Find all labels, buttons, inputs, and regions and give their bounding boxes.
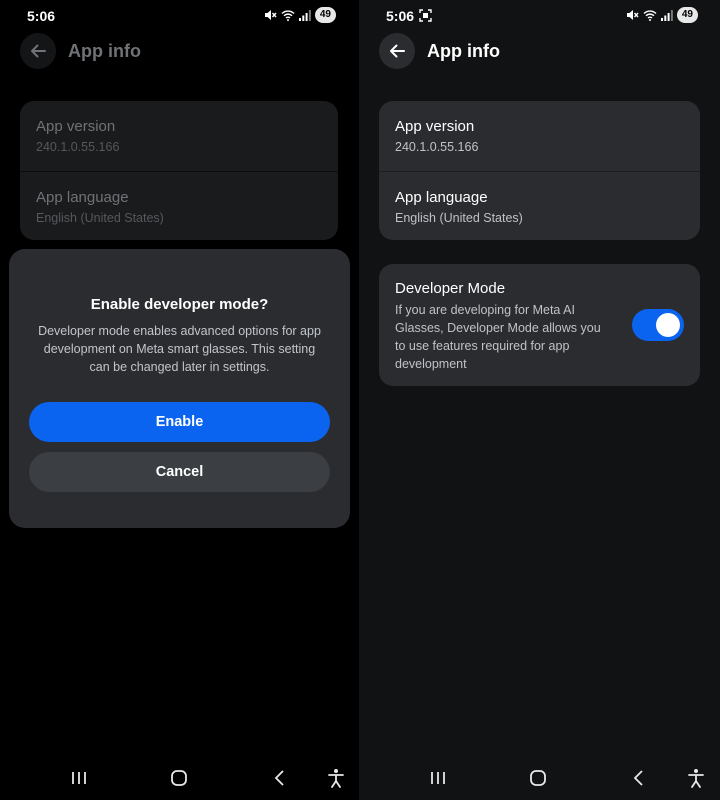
navigation-bar xyxy=(0,756,358,800)
recents-icon xyxy=(431,772,445,784)
app-bar: App info xyxy=(20,33,338,69)
home-icon xyxy=(530,770,546,786)
chevron-left-icon xyxy=(274,770,284,786)
row-value: English (United States) xyxy=(36,211,164,225)
back-button[interactable] xyxy=(20,33,56,69)
row-label: App version xyxy=(36,118,116,135)
back-button[interactable] xyxy=(379,33,415,69)
status-icons: 49 xyxy=(264,7,336,23)
wifi-icon xyxy=(643,10,657,21)
toggle-knob xyxy=(656,313,680,337)
row-label: App language xyxy=(36,189,129,206)
accessibility-icon xyxy=(328,769,344,788)
dialog-body: Developer mode enables advanced options … xyxy=(38,324,321,374)
recents-button[interactable] xyxy=(426,766,450,790)
mute-icon xyxy=(264,10,277,20)
navigation-bar xyxy=(359,756,720,800)
status-time: 5:06 xyxy=(27,8,56,24)
developer-mode-card: Developer Mode If you are developing for… xyxy=(379,264,700,386)
app-version-row: App version 240.1.0.55.166 xyxy=(20,101,338,170)
nav-back-button[interactable] xyxy=(627,766,651,790)
screen-right: 5:06 49 App info App version 240.1.0.55.… xyxy=(359,0,720,800)
home-icon xyxy=(171,770,187,786)
page-title: App info xyxy=(68,40,141,61)
row-label: App language xyxy=(395,189,488,206)
accessibility-icon xyxy=(688,769,704,788)
dialog-title: Enable developer mode? xyxy=(90,296,269,313)
recents-button[interactable] xyxy=(67,766,91,790)
accessibility-button[interactable] xyxy=(324,766,348,790)
home-button[interactable] xyxy=(167,766,191,790)
cancel-button[interactable]: Cancel xyxy=(29,452,330,492)
battery-indicator: 49 xyxy=(314,7,336,23)
status-icons: 49 xyxy=(626,7,698,23)
page-title: App info xyxy=(427,40,500,61)
row-value: 240.1.0.55.166 xyxy=(36,140,120,154)
app-info-card: App version 240.1.0.55.166 App language … xyxy=(20,101,338,240)
app-language-row[interactable]: App language English (United States) xyxy=(20,171,338,240)
signal-icon xyxy=(660,10,673,21)
row-value: 240.1.0.55.166 xyxy=(395,140,479,154)
enable-developer-mode-dialog: Enable developer mode? Developer mode en… xyxy=(9,249,350,528)
app-language-row[interactable]: App language English (United States) xyxy=(379,171,700,240)
arrow-left-icon xyxy=(390,44,405,58)
app-bar: App info xyxy=(379,33,700,69)
accessibility-button[interactable] xyxy=(684,766,708,790)
screen-left: 5:06 49 App info App version 240.1.0.55.… xyxy=(0,0,358,800)
signal-icon xyxy=(298,10,311,21)
row-label: App version xyxy=(395,118,475,135)
developer-mode-description: If you are developing for Meta AI Glasse… xyxy=(395,303,601,371)
developer-mode-toggle[interactable] xyxy=(632,309,684,341)
wifi-icon xyxy=(281,10,295,21)
recents-icon xyxy=(72,772,86,784)
home-button[interactable] xyxy=(526,766,550,790)
mute-icon xyxy=(626,10,639,20)
chevron-left-icon xyxy=(633,770,643,786)
nav-back-button[interactable] xyxy=(268,766,292,790)
battery-indicator: 49 xyxy=(676,7,698,23)
status-bar: 5:06 49 xyxy=(359,0,720,32)
arrow-left-icon xyxy=(31,44,46,58)
screenshot-icon xyxy=(419,9,432,22)
row-value: English (United States) xyxy=(395,211,523,225)
app-version-row: App version 240.1.0.55.166 xyxy=(379,101,700,170)
enable-button[interactable]: Enable xyxy=(29,402,330,442)
status-bar: 5:06 49 xyxy=(0,0,358,32)
developer-mode-title: Developer Mode xyxy=(395,280,506,297)
app-info-card: App version 240.1.0.55.166 App language … xyxy=(379,101,700,240)
status-time: 5:06 xyxy=(386,8,415,24)
